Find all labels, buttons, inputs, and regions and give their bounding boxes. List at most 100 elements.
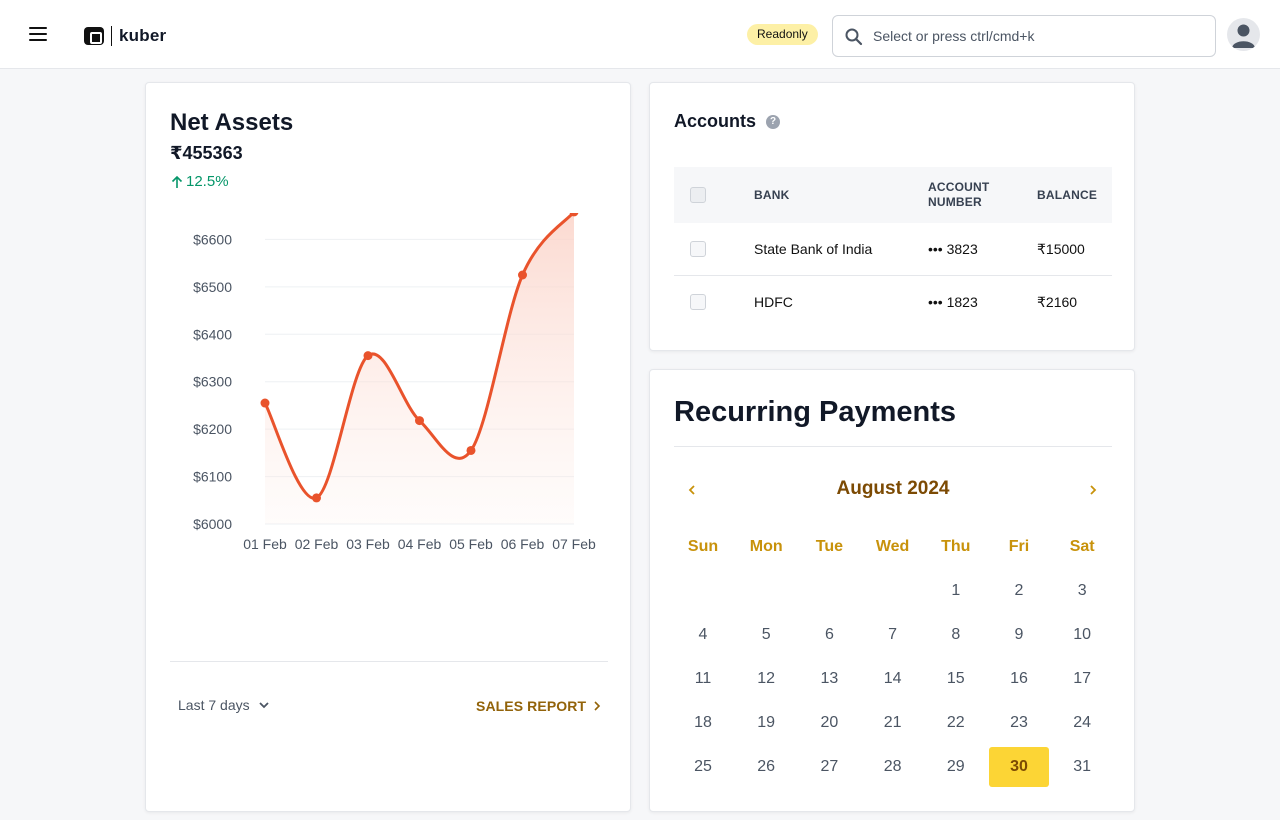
- data-point: [312, 493, 321, 503]
- next-month-button[interactable]: [1081, 478, 1105, 502]
- x-tick-label: 04 Feb: [398, 536, 442, 552]
- calendar-day[interactable]: 18: [673, 703, 733, 743]
- search-box[interactable]: [832, 15, 1216, 57]
- chevron-right-icon: [1090, 485, 1097, 495]
- calendar-day[interactable]: 21: [863, 703, 923, 743]
- calendar-day[interactable]: 6: [799, 615, 859, 655]
- row-checkbox[interactable]: [690, 294, 706, 310]
- x-tick-label: 02 Feb: [295, 536, 339, 552]
- brand-logo[interactable]: kuber: [84, 24, 166, 48]
- table-header: BANK ACCOUNT NUMBER BALANCE: [674, 167, 1112, 223]
- calendar-day[interactable]: 28: [863, 747, 923, 787]
- calendar-day[interactable]: 25: [673, 747, 733, 787]
- calendar-day[interactable]: 5: [736, 615, 796, 655]
- user-avatar-icon[interactable]: [1227, 18, 1260, 51]
- calendar-day[interactable]: 27: [799, 747, 859, 787]
- calendar-day[interactable]: 2: [989, 571, 1049, 611]
- sales-report-label: SALES REPORT: [476, 698, 587, 714]
- help-icon[interactable]: ?: [766, 114, 781, 129]
- data-point: [363, 351, 373, 361]
- chevron-right-icon: [594, 701, 601, 711]
- net-assets-card: Net Assets ₹455363 12.5% $6000 $6100 $6200…: [145, 82, 631, 812]
- data-point: [466, 445, 476, 455]
- hamburger-menu-icon[interactable]: [26, 22, 50, 46]
- sales-report-link[interactable]: SALES REPORT: [476, 698, 602, 714]
- divider: [170, 661, 608, 662]
- calendar-day[interactable]: 20: [799, 703, 859, 743]
- calendar-day[interactable]: 12: [736, 659, 796, 699]
- calendar-day-selected[interactable]: 30: [989, 747, 1049, 787]
- search-input[interactable]: [873, 17, 1203, 55]
- wallet-icon: [84, 27, 104, 45]
- column-header-bank: BANK: [754, 188, 790, 202]
- column-header-balance: BALANCE: [1037, 188, 1098, 202]
- data-point: [415, 416, 424, 426]
- calendar-day[interactable]: 13: [799, 659, 859, 699]
- bank-name: HDFC: [754, 294, 793, 310]
- calendar-day[interactable]: 7: [863, 615, 923, 655]
- calendar-day[interactable]: 9: [989, 615, 1049, 655]
- weekday-header: Wed: [875, 538, 910, 555]
- accounts-title-row: Accounts ?: [674, 111, 781, 132]
- date-range-label: Last 7 days: [178, 697, 250, 713]
- calendar-day[interactable]: 17: [1052, 659, 1112, 699]
- calendar-day[interactable]: 1: [926, 571, 986, 611]
- table-row[interactable]: HDFC ••• 1823 ₹2160: [674, 276, 1112, 329]
- calendar-day[interactable]: 15: [926, 659, 986, 699]
- calendar-day[interactable]: 10: [1052, 615, 1112, 655]
- x-tick-label: 01 Feb: [243, 536, 287, 552]
- change-value: 12.5%: [186, 173, 229, 190]
- account-number: ••• 3823: [928, 241, 978, 257]
- recurring-payments-card: Recurring Payments August 2024 Sun Mon Tue…: [649, 369, 1135, 812]
- calendar-day[interactable]: 24: [1052, 703, 1112, 743]
- x-tick-label: 07 Feb: [552, 536, 596, 552]
- date-range-dropdown[interactable]: Last 7 days: [178, 697, 270, 713]
- weekday-header: Mon: [749, 538, 783, 555]
- balance: ₹2160: [1037, 294, 1078, 310]
- x-tick-label: 06 Feb: [501, 536, 545, 552]
- account-number: ••• 1823: [928, 294, 978, 310]
- logo-separator: [111, 26, 112, 46]
- calendar-day[interactable]: 26: [736, 747, 796, 787]
- x-tick-label: 05 Feb: [449, 536, 493, 552]
- calendar-day[interactable]: 3: [1052, 571, 1112, 611]
- data-point: [260, 398, 270, 408]
- calendar-day[interactable]: 14: [863, 659, 923, 699]
- data-point: [518, 270, 527, 280]
- calendar-day[interactable]: 22: [926, 703, 986, 743]
- calendar-day[interactable]: 4: [673, 615, 733, 655]
- y-tick-label: $6000: [193, 516, 232, 532]
- brand-name: kuber: [119, 26, 167, 45]
- table-row[interactable]: State Bank of India ••• 3823 ₹15000: [674, 223, 1112, 276]
- weekday-header: Thu: [941, 538, 971, 555]
- weekday-header: Sat: [1069, 538, 1095, 555]
- accounts-title: Accounts: [674, 111, 757, 131]
- select-all-checkbox[interactable]: [690, 187, 706, 203]
- calendar-day[interactable]: 29: [926, 747, 986, 787]
- chart-area: [265, 213, 574, 524]
- column-header-account-number: ACCOUNT NUMBER: [928, 180, 990, 209]
- y-tick-label: $6300: [193, 374, 232, 390]
- y-tick-label: $6200: [193, 421, 232, 437]
- net-assets-chart: $6000$6100$6200$6300$6400$6500$6600$6700…: [193, 213, 596, 552]
- calendar-day[interactable]: 31: [1052, 747, 1112, 787]
- bank-name: State Bank of India: [754, 241, 873, 257]
- row-checkbox[interactable]: [690, 241, 706, 257]
- calendar-day[interactable]: 16: [989, 659, 1049, 699]
- divider: [674, 446, 1112, 447]
- calendar-day[interactable]: 19: [736, 703, 796, 743]
- net-assets-amount: ₹455363: [170, 143, 243, 163]
- search-icon: [845, 28, 863, 46]
- chevron-left-icon: [688, 485, 695, 495]
- previous-month-button[interactable]: [680, 478, 704, 502]
- weekday-header: Fri: [1008, 538, 1030, 555]
- calendar-day[interactable]: 11: [673, 659, 733, 699]
- calendar-day[interactable]: 8: [926, 615, 986, 655]
- calendar-day[interactable]: 23: [989, 703, 1049, 743]
- y-tick-label: $6400: [193, 326, 232, 342]
- net-assets-title: Net Assets: [170, 109, 294, 136]
- readonly-badge: Readonly: [747, 24, 818, 45]
- weekday-header: Sun: [687, 538, 719, 555]
- calendar-month: August 2024: [836, 478, 950, 499]
- y-tick-label: $6500: [193, 279, 232, 295]
